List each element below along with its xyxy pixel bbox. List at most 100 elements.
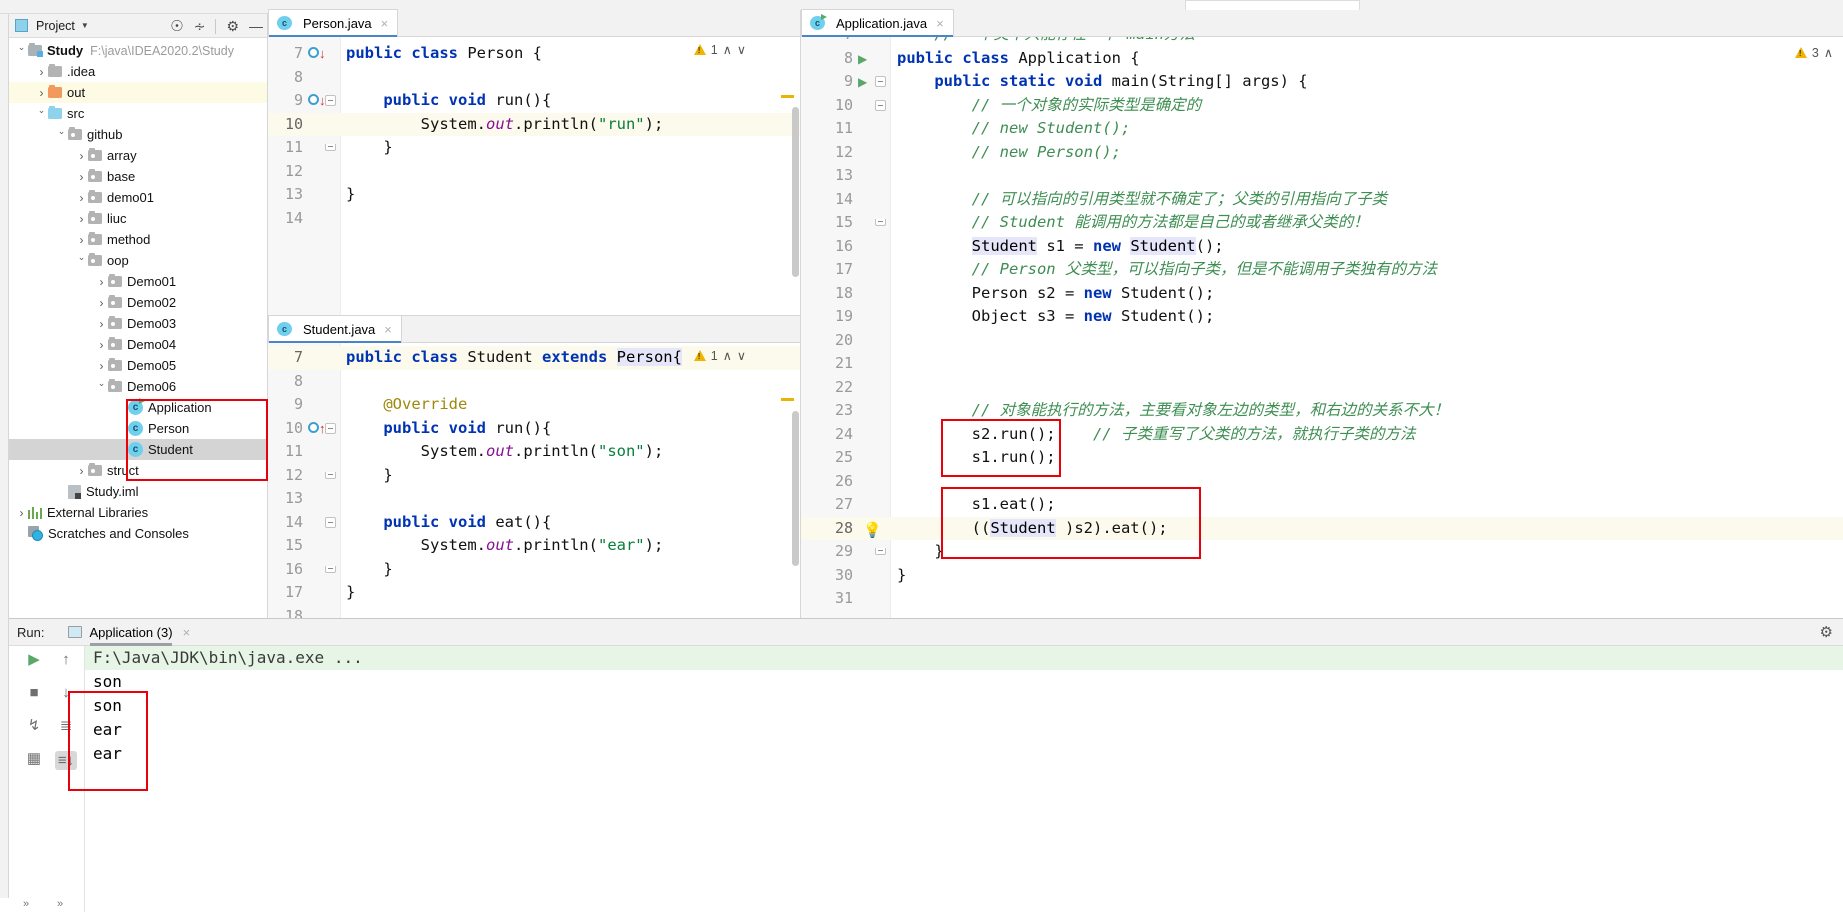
code-line[interactable]: // new Person(); xyxy=(897,141,1843,165)
chevron-down-icon[interactable] xyxy=(35,108,48,119)
code-line[interactable]: // 一个对象的实际类型是确定的 xyxy=(897,94,1843,118)
code-line[interactable]: public void eat(){ xyxy=(346,511,800,535)
code-line[interactable] xyxy=(346,370,800,394)
fold-region-icon[interactable] xyxy=(325,95,336,106)
tree-item-demo01[interactable]: demo01 xyxy=(9,187,267,208)
tree-item-method[interactable]: method xyxy=(9,229,267,250)
stop-icon[interactable]: ■ xyxy=(29,685,38,700)
fold-end-icon[interactable] xyxy=(325,144,336,151)
tree-item-student[interactable]: c Student xyxy=(9,439,267,460)
code-line[interactable]: @Override xyxy=(346,393,800,417)
code-line[interactable]: public class Application { xyxy=(897,47,1843,71)
overriding-method-gutter-icon[interactable]: ↑ xyxy=(308,421,326,445)
close-icon[interactable]: × xyxy=(183,625,191,640)
code-line[interactable]: s1.eat(); xyxy=(897,493,1843,517)
run-tab-application[interactable]: Application (3) × xyxy=(68,619,190,646)
prev-problem-icon[interactable]: ∧ xyxy=(723,42,732,57)
close-icon[interactable]: × xyxy=(381,16,389,31)
tree-item-oop[interactable]: oop xyxy=(9,250,267,271)
tab-student-java[interactable]: c Student.java × xyxy=(268,315,402,343)
overridden-method-gutter-icon[interactable]: ↓ xyxy=(308,46,326,70)
code-line[interactable]: } xyxy=(346,136,800,160)
tree-item-application[interactable]: c Application xyxy=(9,397,267,418)
tree-item-demo04[interactable]: Demo04 xyxy=(9,334,267,355)
code-line[interactable]: Student s1 = new Student(); xyxy=(897,235,1843,259)
code-line[interactable]: // 可以指向的引用类型就不确定了；父类的引用指向了子类 xyxy=(897,188,1843,212)
fold-end-icon[interactable] xyxy=(325,471,336,479)
code-line[interactable]: } xyxy=(346,464,800,488)
fold-region-icon[interactable] xyxy=(325,516,336,528)
tree-item-demo03[interactable]: Demo03 xyxy=(9,313,267,334)
code-line[interactable] xyxy=(346,605,800,619)
locate-icon[interactable]: ☉ xyxy=(170,17,183,35)
tree-item-github[interactable]: github xyxy=(9,124,267,145)
tree-item--idea[interactable]: .idea xyxy=(9,61,267,82)
left-tool-rail[interactable] xyxy=(0,14,9,898)
chevron-down-icon[interactable] xyxy=(95,381,108,392)
tree-item-out[interactable]: out xyxy=(9,82,267,103)
code-line[interactable] xyxy=(897,164,1843,188)
tree-item-scratches-and-consoles[interactable]: Scratches and Consoles xyxy=(9,523,267,544)
fold-end-icon[interactable] xyxy=(875,548,886,555)
code-line[interactable]: } xyxy=(346,558,800,582)
code-line[interactable] xyxy=(897,470,1843,494)
code-line[interactable]: System.out.println("son"); xyxy=(346,440,800,464)
collapse-all-icon[interactable]: ∻ xyxy=(194,18,206,35)
code-line[interactable] xyxy=(346,207,800,231)
code-line[interactable]: } xyxy=(897,564,1843,588)
scroll-up-icon[interactable]: ↑ xyxy=(62,652,70,667)
tree-item-demo01[interactable]: Demo01 xyxy=(9,271,267,292)
code-line[interactable]: // new Student(); xyxy=(897,117,1843,141)
code-line[interactable]: } xyxy=(346,183,800,207)
tree-item-src[interactable]: src xyxy=(9,103,267,124)
chevron-right-icon[interactable] xyxy=(95,317,108,331)
tab-application-java[interactable]: c Application.java × xyxy=(801,9,954,37)
project-tree[interactable]: Study F:\java\IDEA2020.2\Study .idea out src… xyxy=(9,38,267,544)
chevron-right-icon[interactable] xyxy=(95,359,108,373)
code-line[interactable]: public void run(){ xyxy=(346,89,800,113)
code-line[interactable]: s1.run(); xyxy=(897,446,1843,470)
chevron-right-icon[interactable] xyxy=(95,275,108,289)
chevron-right-icon[interactable] xyxy=(75,212,88,226)
scrollbar-student[interactable] xyxy=(792,411,799,566)
code-area-application[interactable]: 7 // 一个类中只能存在一个 main方法 8 ▶ public class App… xyxy=(801,37,1843,618)
code-line[interactable]: public void run(){ xyxy=(346,417,800,441)
tree-item-demo05[interactable]: Demo05 xyxy=(9,355,267,376)
code-line[interactable]: s2.run(); // 子类重写了父类的方法，就执行子类的方法 xyxy=(897,423,1843,447)
tree-item-study[interactable]: Study F:\java\IDEA2020.2\Study xyxy=(9,40,267,61)
code-line[interactable] xyxy=(897,587,1843,611)
chevron-right-icon[interactable] xyxy=(15,506,28,520)
code-line[interactable]: } xyxy=(897,540,1843,564)
intention-bulb-icon[interactable]: 💡 xyxy=(863,521,882,545)
code-line[interactable]: // Person 父类型，可以指向子类，但是不能调用子类独有的方法 xyxy=(897,258,1843,282)
code-line[interactable]: // Student 能调用的方法都是自己的或者继承父类的！ xyxy=(897,211,1843,235)
console-output[interactable]: F:\Java\JDK\bin\java.exe ... son son ear ea… xyxy=(85,646,1843,912)
soft-wrap-icon[interactable]: ≣ xyxy=(60,718,73,733)
inspection-status-student[interactable]: 1 ∧ ∨ xyxy=(693,348,746,363)
chevron-right-icon[interactable] xyxy=(35,86,48,100)
chevron-right-icon[interactable] xyxy=(95,296,108,310)
prev-problem-icon[interactable]: ∧ xyxy=(1824,45,1833,60)
chevron-right-icon[interactable] xyxy=(95,338,108,352)
chevron-right-icon[interactable] xyxy=(75,149,88,163)
fold-end-icon[interactable] xyxy=(325,565,336,573)
fold-region-icon[interactable] xyxy=(875,99,886,111)
more-options-left-icon[interactable]: » xyxy=(23,898,29,910)
code-line[interactable] xyxy=(346,487,800,511)
code-line[interactable]: ((Student )s2).eat(); xyxy=(897,517,1843,541)
code-area-person[interactable]: 7 ↓ public class Person {8 9 ↓ public void r… xyxy=(268,37,800,315)
close-icon[interactable]: × xyxy=(936,16,944,31)
chevron-right-icon[interactable] xyxy=(75,233,88,247)
scroll-to-end-icon[interactable]: ≡↓ xyxy=(54,751,78,770)
settings-gear-icon[interactable]: ⚙ xyxy=(1820,623,1833,641)
code-line[interactable]: // 一个类中只能存在一个 main方法 xyxy=(897,37,1843,47)
code-line[interactable]: // 对象能执行的方法，主要看对象左边的类型，和右边的关系不大！ xyxy=(897,399,1843,423)
inspection-status-person[interactable]: 1 ∧ ∨ xyxy=(693,42,746,57)
code-line[interactable] xyxy=(346,160,800,184)
tree-item-array[interactable]: array xyxy=(9,145,267,166)
run-gutter-icon[interactable]: ▶ xyxy=(858,51,867,75)
tree-item-struct[interactable]: struct xyxy=(9,460,267,481)
fold-region-icon[interactable] xyxy=(325,422,336,434)
chevron-right-icon[interactable] xyxy=(75,464,88,478)
print-icon[interactable]: ▦ xyxy=(27,751,41,766)
